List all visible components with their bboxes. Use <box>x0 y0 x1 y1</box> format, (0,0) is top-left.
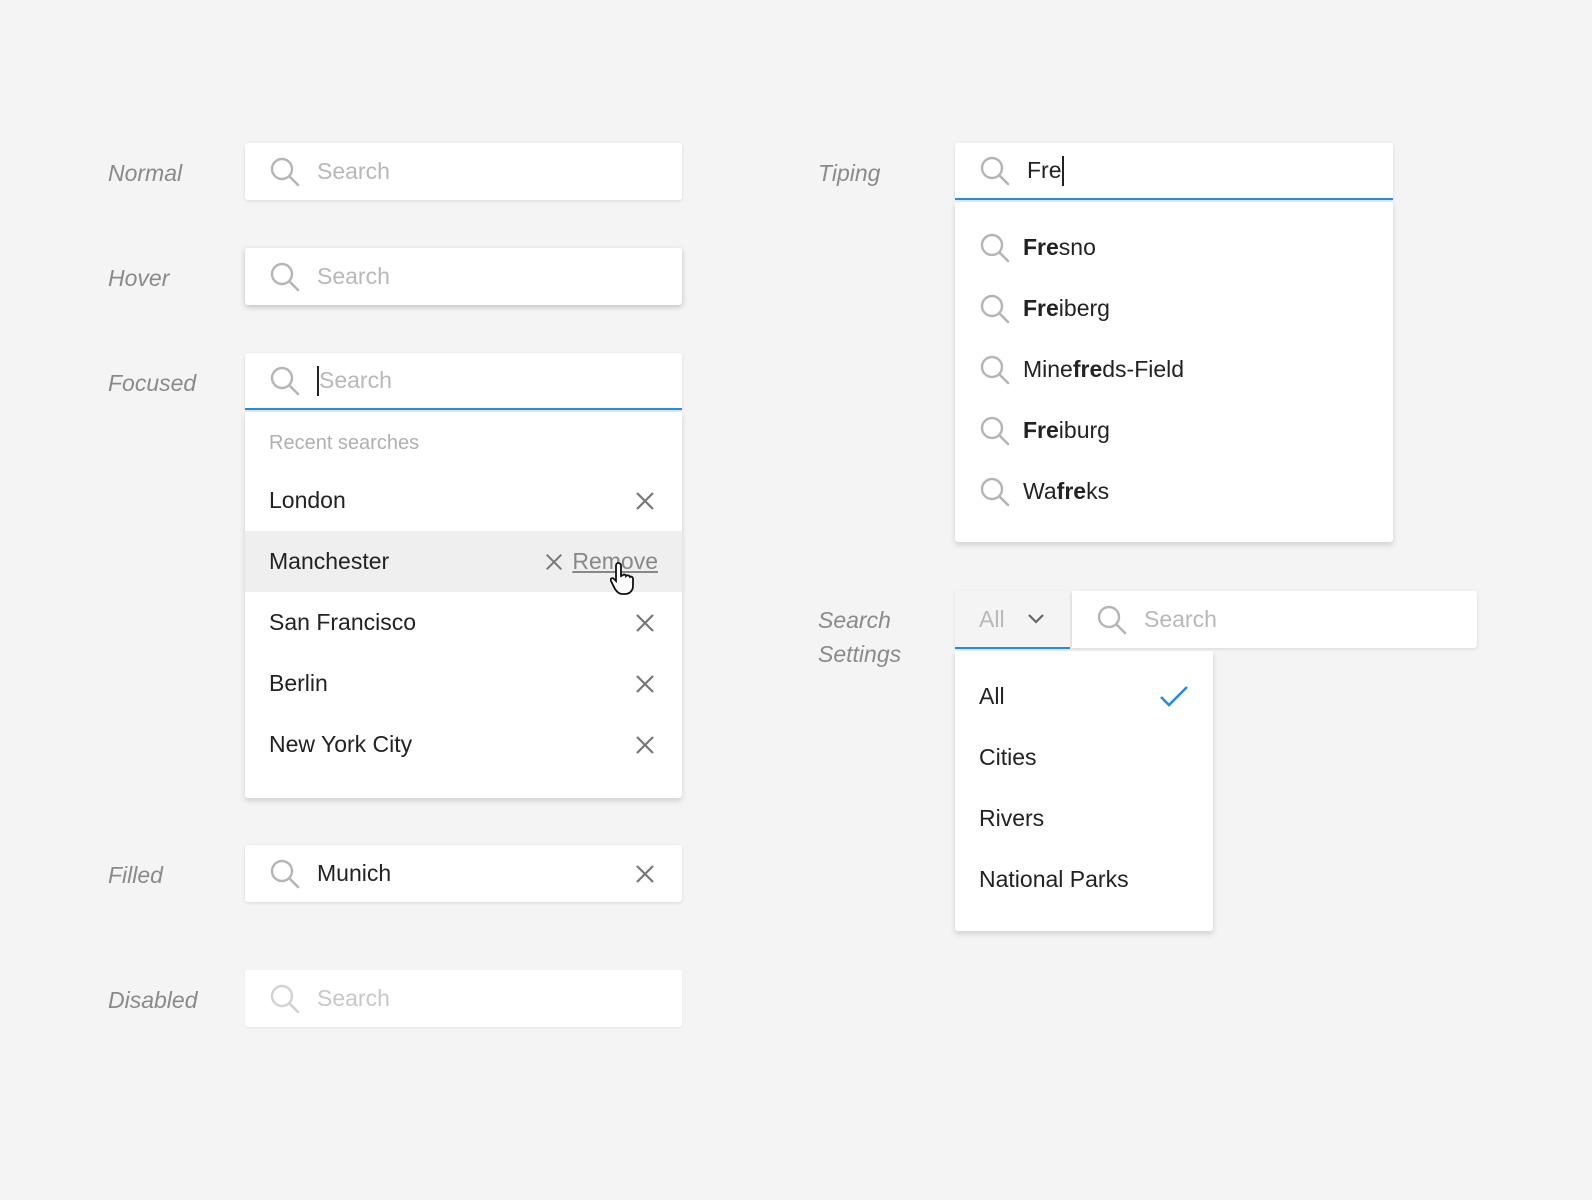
recent-item[interactable]: Manchester Remove <box>245 531 682 595</box>
suggestion-post: ds-Field <box>1102 356 1185 382</box>
search-placeholder: Search <box>317 263 390 289</box>
clear-icon[interactable] <box>634 863 656 885</box>
suggestion-match: fre <box>1056 478 1087 504</box>
category-select[interactable]: All <box>955 591 1070 649</box>
label-disabled: Disabled <box>108 987 198 1013</box>
suggestion-post: sno <box>1058 234 1096 260</box>
recent-item-label: Manchester <box>269 548 390 574</box>
close-icon[interactable] <box>634 673 656 695</box>
label-line-2: Settings <box>818 641 902 667</box>
close-icon[interactable] <box>634 612 656 634</box>
category-option[interactable]: Cities <box>955 727 1213 788</box>
search-icon <box>979 155 1011 187</box>
recent-item[interactable]: New York City <box>245 714 682 775</box>
search-icon <box>269 858 301 890</box>
search-hover[interactable]: Search <box>245 248 682 305</box>
label-search-settings: Search Settings <box>818 603 901 671</box>
close-icon[interactable] <box>634 490 656 512</box>
search-icon <box>979 476 1011 508</box>
recent-item[interactable]: London <box>245 470 682 531</box>
category-option[interactable]: All <box>955 666 1213 727</box>
recent-searches-heading: Recent searches <box>269 432 420 454</box>
recent-item-label: New York City <box>269 731 413 757</box>
category-option[interactable]: National Parks <box>955 849 1213 910</box>
recent-item-label: San Francisco <box>269 609 417 635</box>
close-icon <box>544 552 564 572</box>
hand-cursor-icon <box>610 562 634 595</box>
recent-item[interactable]: San Francisco <box>245 592 682 653</box>
search-icon <box>979 293 1011 325</box>
search-with-settings[interactable]: Search <box>1072 591 1477 648</box>
search-typing[interactable]: Fre <box>955 143 1393 200</box>
category-menu: All Cities Rivers National Parks <box>955 651 1213 931</box>
suggestion-match: Fre <box>1023 295 1059 321</box>
search-icon <box>979 415 1011 447</box>
search-icon <box>1096 604 1128 636</box>
search-icon <box>979 232 1011 264</box>
suggestions-dropdown: Fre sno Fre iberg Mine fre ds-Field Fre iburg… <box>955 202 1393 542</box>
label-focused: Focused <box>108 370 197 396</box>
search-icon <box>269 365 301 397</box>
label-filled: Filled <box>108 862 163 888</box>
select-value: All <box>979 605 1005 632</box>
label-line-1: Search <box>818 607 891 633</box>
search-icon <box>269 261 301 293</box>
suggestion-item[interactable]: Fre iberg <box>955 278 1393 339</box>
suggestion-item[interactable]: Fre sno <box>955 217 1393 278</box>
suggestion-item[interactable]: Fre iburg <box>955 400 1393 461</box>
remove-button[interactable]: Remove <box>544 548 658 575</box>
search-disabled: Search <box>245 970 682 1027</box>
close-icon[interactable] <box>634 734 656 756</box>
suggestion-post: iberg <box>1058 295 1110 321</box>
option-label: National Parks <box>979 866 1129 892</box>
option-label: All <box>979 683 1005 709</box>
search-placeholder: Search <box>317 158 390 184</box>
option-label: Cities <box>979 744 1037 770</box>
label-hover: Hover <box>108 265 170 291</box>
search-icon <box>269 983 301 1015</box>
search-icon <box>269 156 301 188</box>
chevron-down-icon <box>1027 614 1044 624</box>
suggestion-pre: Wa <box>1023 478 1057 504</box>
search-value: Fre <box>1027 157 1062 183</box>
search-placeholder: Search <box>317 985 390 1011</box>
suggestion-match: Fre <box>1023 234 1059 260</box>
recent-item-label: London <box>269 487 346 513</box>
search-placeholder: Search <box>319 367 392 393</box>
search-normal[interactable]: Search <box>245 143 682 200</box>
search-filled[interactable]: Munich <box>245 845 682 902</box>
suggestion-match: fre <box>1072 356 1103 382</box>
text-cursor <box>1061 155 1064 186</box>
suggestion-item[interactable]: Mine fre ds-Field <box>955 339 1393 400</box>
option-label: Rivers <box>979 805 1045 831</box>
recent-item[interactable]: Berlin <box>245 653 682 714</box>
suggestion-post: iburg <box>1058 417 1110 443</box>
suggestion-post: ks <box>1086 478 1110 504</box>
recent-item-label: Berlin <box>269 670 328 696</box>
search-value: Munich <box>317 860 392 886</box>
suggestion-item[interactable]: Wa fre ks <box>955 461 1393 522</box>
search-icon <box>979 354 1011 386</box>
category-option[interactable]: Rivers <box>955 788 1213 849</box>
suggestion-match: Fre <box>1023 417 1059 443</box>
label-normal: Normal <box>108 160 183 186</box>
search-focused[interactable]: Search <box>245 353 682 410</box>
suggestion-pre: Mine <box>1023 356 1073 382</box>
checkmark-icon <box>1160 685 1188 707</box>
label-typing: Tiping <box>818 160 881 186</box>
recent-searches-dropdown: Recent searches London Manchester Remove… <box>245 412 682 798</box>
search-placeholder: Search <box>1144 606 1217 632</box>
